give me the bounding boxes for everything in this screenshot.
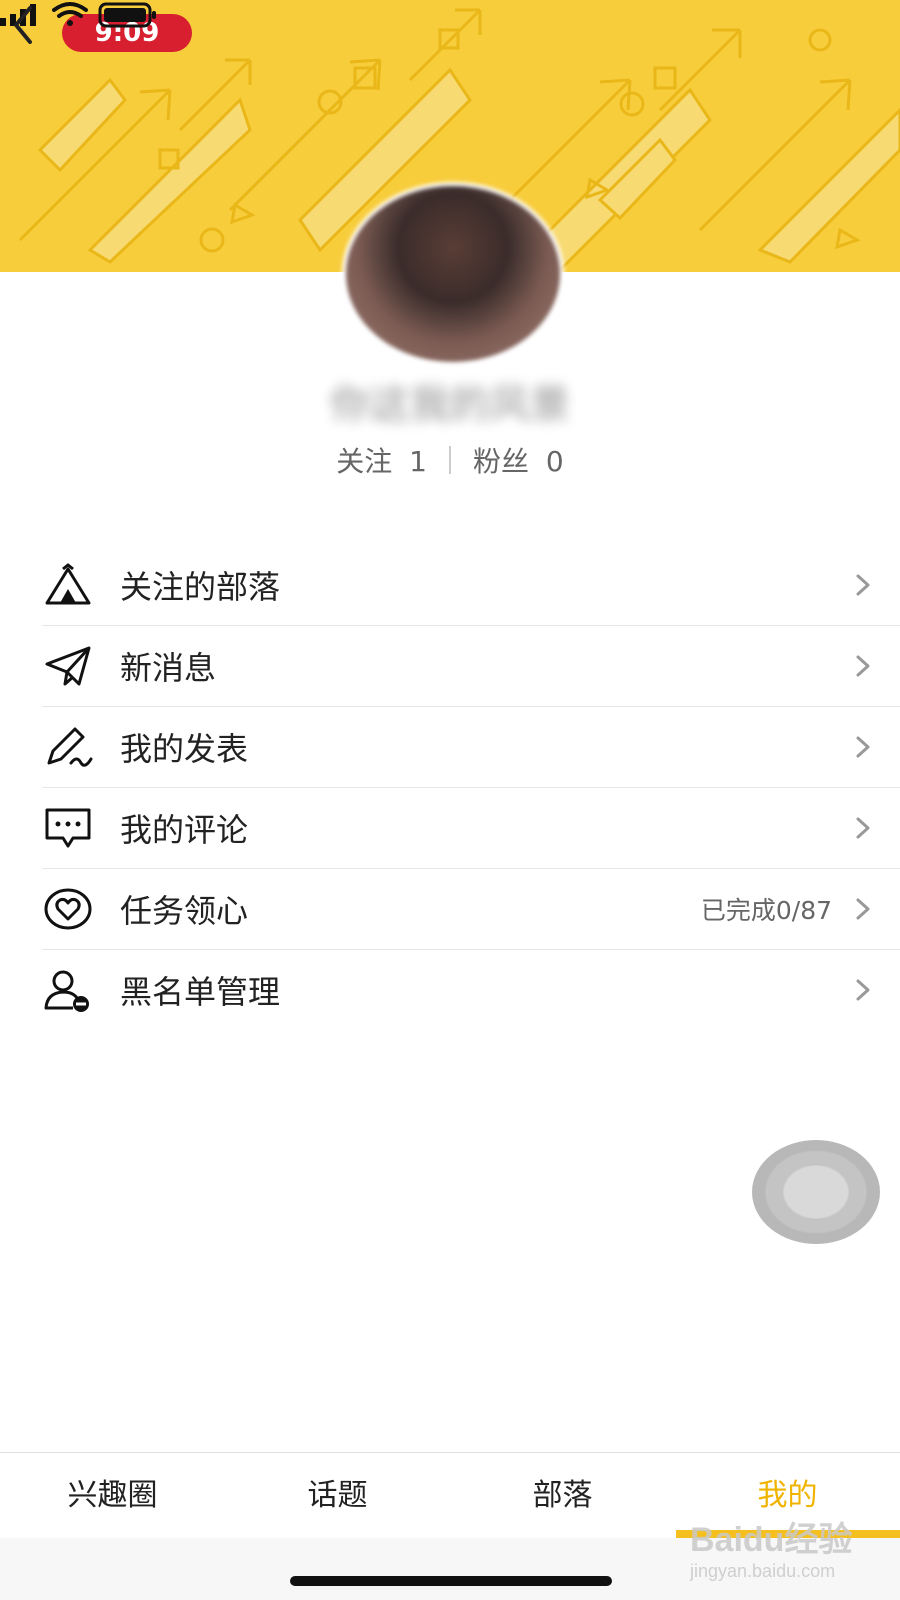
avatar[interactable] (342, 182, 564, 366)
pen-icon (42, 721, 94, 773)
menu-label: 任务领心 (120, 892, 249, 930)
menu-label: 关注的部落 (120, 568, 281, 606)
following-count[interactable]: 关注 1 (336, 440, 427, 480)
back-arrow-icon (14, 6, 32, 44)
profile-page: 9:09 你这我的风景 关注 1 粉丝 0 关注的部落 新消息 我的发表 我的评… (0, 0, 900, 1600)
menu-item-blacklist[interactable]: 黑名单管理 (42, 950, 900, 1030)
menu-label: 新消息 (120, 649, 217, 687)
menu-item-followed-tribes[interactable]: 关注的部落 (42, 545, 900, 626)
followers-value: 0 (545, 445, 564, 478)
following-value: 1 (409, 445, 427, 478)
chevron-right-icon (856, 817, 870, 839)
menu-item-task-hearts[interactable]: 任务领心 已完成0/87 (42, 869, 900, 950)
chevron-right-icon (856, 898, 870, 920)
back-button[interactable] (0, 0, 50, 50)
watermark-url: jingyan.baidu.com (690, 1561, 836, 1581)
assistive-touch-button[interactable] (752, 1140, 880, 1244)
user-block-icon (42, 964, 94, 1016)
chevron-right-icon (856, 979, 870, 1001)
paper-plane-icon (42, 640, 94, 692)
menu-list: 关注的部落 新消息 我的发表 我的评论 任务领心 已完成0/87 黑名单管理 (42, 545, 900, 1030)
username: 你这我的风景 (330, 382, 570, 428)
menu-label: 我的发表 (120, 730, 249, 768)
tab-topics[interactable]: 话题 (225, 1453, 450, 1539)
watermark-brand: Baidu经验 (690, 1521, 853, 1559)
follow-stats: 关注 1 粉丝 0 (0, 440, 900, 480)
followers-label: 粉丝 (473, 445, 530, 478)
home-indicator[interactable] (290, 1576, 612, 1586)
watermark: Baidu经验 jingyan.baidu.com (690, 1520, 890, 1590)
menu-item-my-posts[interactable]: 我的发表 (42, 707, 900, 788)
chevron-right-icon (856, 574, 870, 596)
stats-divider (449, 446, 451, 474)
chevron-right-icon (856, 655, 870, 677)
menu-label: 我的评论 (120, 811, 249, 849)
menu-item-my-comments[interactable]: 我的评论 (42, 788, 900, 869)
following-label: 关注 (336, 445, 393, 478)
comment-icon (42, 802, 94, 854)
tent-icon (42, 559, 94, 611)
menu-item-new-messages[interactable]: 新消息 (42, 626, 900, 707)
tab-interest-circle[interactable]: 兴趣圈 (0, 1453, 225, 1539)
wifi-icon (52, 2, 88, 26)
battery-icon (98, 2, 156, 28)
chevron-right-icon (856, 736, 870, 758)
followers-count[interactable]: 粉丝 0 (473, 440, 564, 480)
menu-label: 黑名单管理 (120, 973, 281, 1011)
task-progress: 已完成0/87 (700, 896, 832, 925)
tab-tribes[interactable]: 部落 (450, 1453, 675, 1539)
heart-circle-icon (42, 883, 94, 935)
